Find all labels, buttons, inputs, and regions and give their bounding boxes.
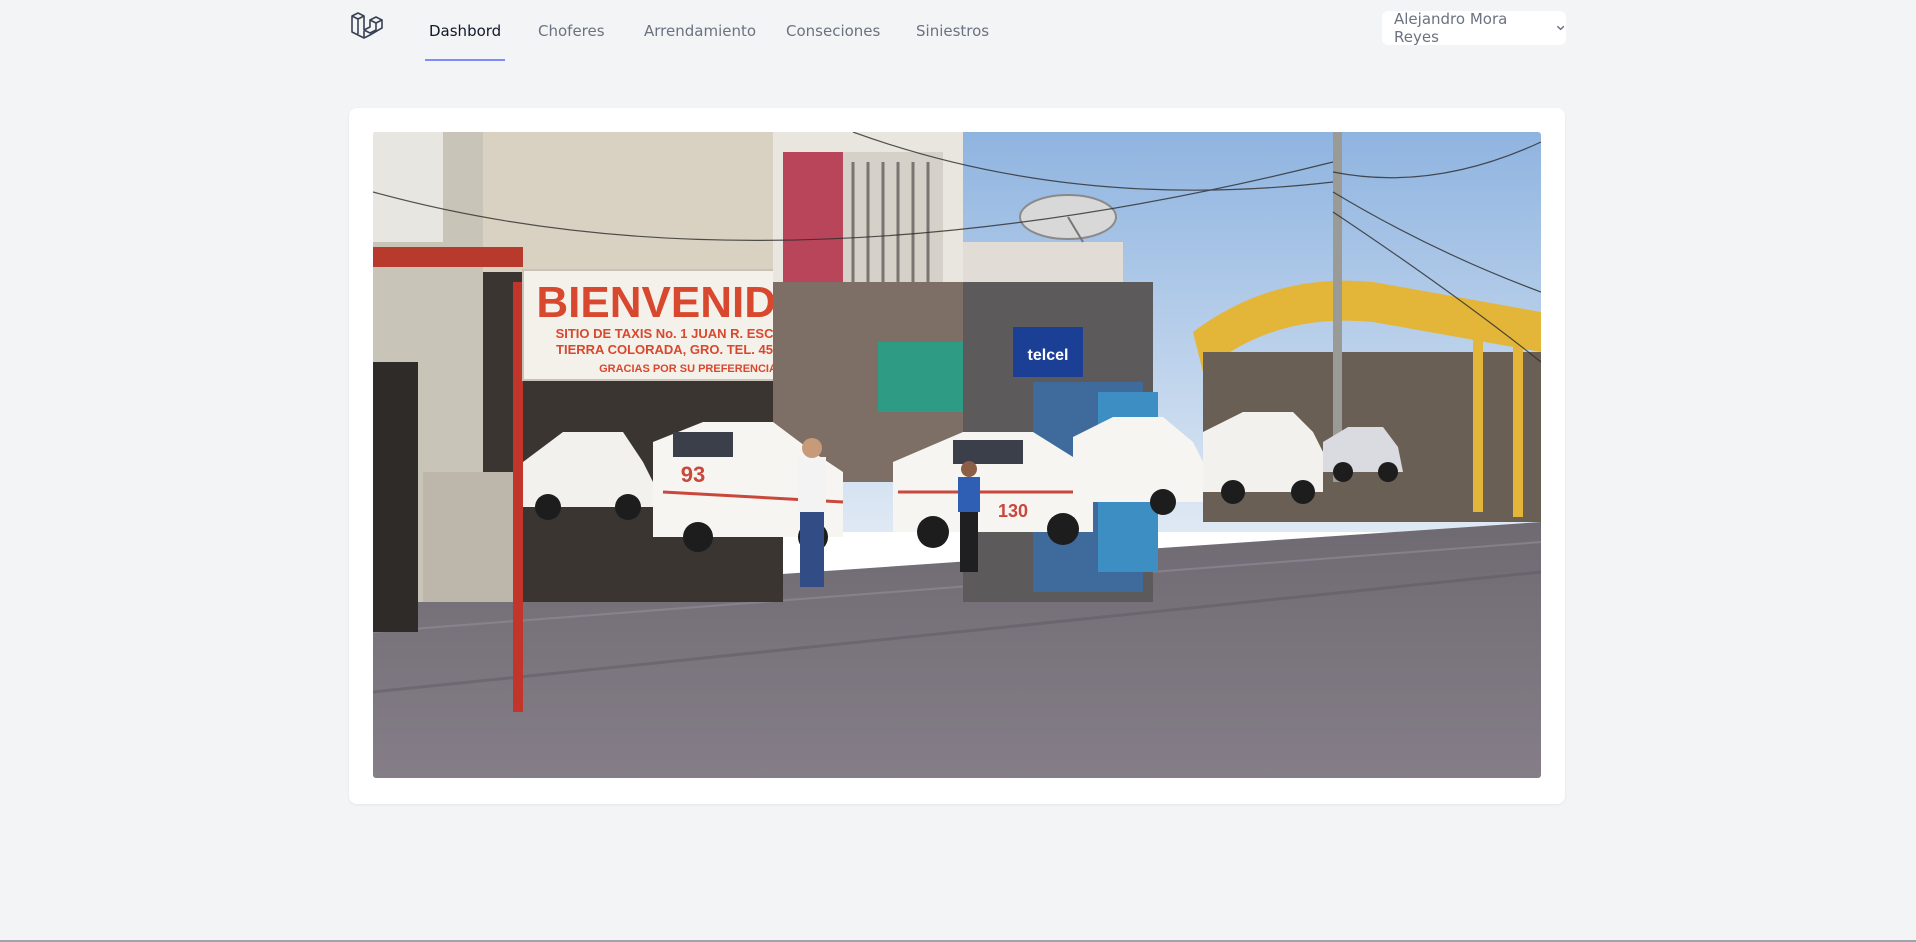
- taxi-number-1: 93: [681, 462, 705, 487]
- nav-dashboard[interactable]: Dashbord: [424, 0, 506, 61]
- nav-choferes[interactable]: Choferes: [538, 0, 605, 61]
- user-menu-button[interactable]: Alejandro Mora Reyes: [1382, 10, 1566, 46]
- person-woman: [958, 461, 980, 572]
- store-sign: telcel: [1028, 347, 1069, 364]
- nav-conseciones[interactable]: Conseciones: [786, 0, 880, 61]
- person-man: [798, 438, 826, 587]
- nav-siniestros[interactable]: Siniestros: [916, 0, 989, 61]
- nav-arrendamiento[interactable]: Arrendamiento: [644, 0, 756, 61]
- top-navigation: Dashbord Choferes Arrendamiento Consecio…: [0, 0, 1916, 62]
- chevron-down-icon: [1556, 25, 1564, 31]
- taxi-number-2: 130: [998, 501, 1028, 521]
- banner-line-3: GRACIAS POR SU PREFERENCIA: [599, 363, 777, 375]
- dashboard-card: BIENVENIDOS SITIO DE TAXIS No. 1 JUAN R.…: [349, 108, 1565, 804]
- laravel-logo-icon[interactable]: [350, 10, 386, 46]
- user-name: Alejandro Mora Reyes: [1394, 10, 1508, 46]
- taxi-5: [1203, 412, 1323, 504]
- taxi-stand-photo: BIENVENIDOS SITIO DE TAXIS No. 1 JUAN R.…: [373, 132, 1541, 778]
